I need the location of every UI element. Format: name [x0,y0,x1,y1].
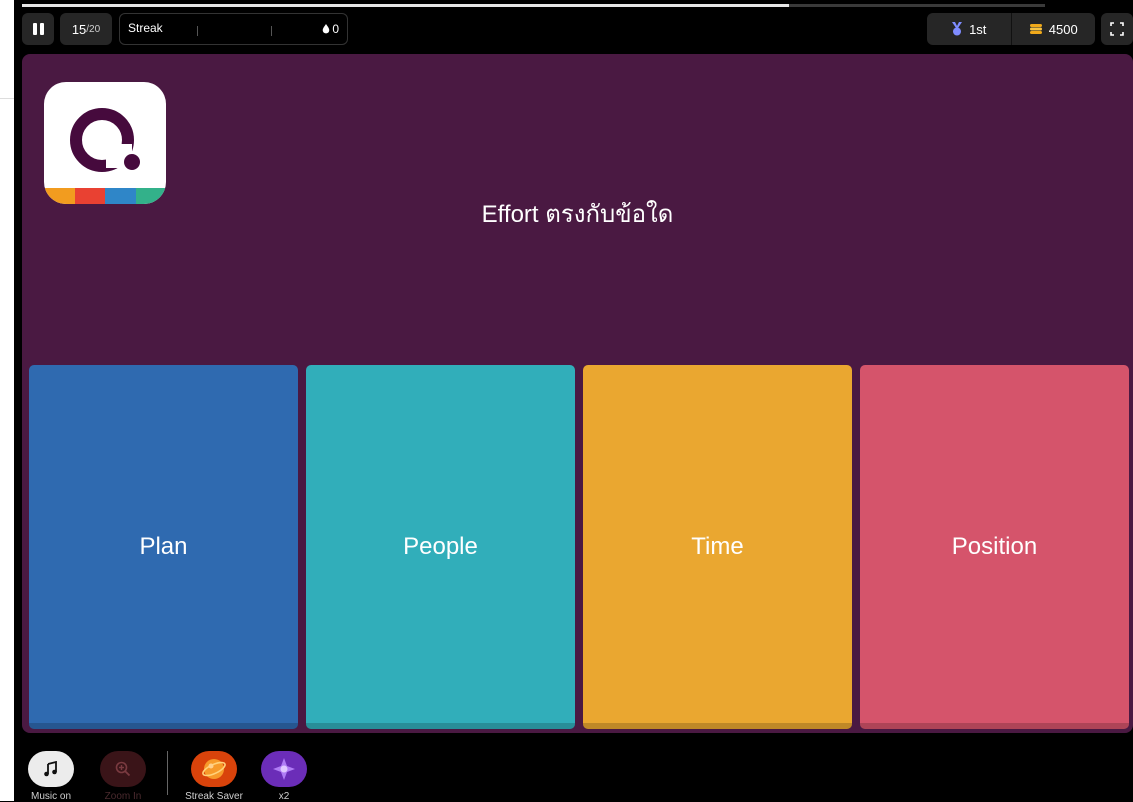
streak-count-value: 0 [332,22,339,36]
streak-saver-icon [202,759,226,779]
fullscreen-icon [1110,22,1124,36]
quiz-progress-fill [22,4,790,7]
music-note-icon [44,761,57,777]
power-up-bar: Music on Zoom In Streak Saver x2 [14,745,1133,802]
power-up-divider [167,751,168,795]
quiz-app: 15/20 Streak 0 1st 4500 Effort ตรงกับข้อ… [14,0,1133,802]
zoom-in-icon [115,761,131,777]
question-stage: Effort ตรงกับข้อใด Plan People Time Posi… [22,54,1133,733]
streak-label: Streak [128,21,163,35]
question-counter: 15/20 [60,13,112,45]
coins-label: 4500 [1048,21,1078,37]
music-toggle-button[interactable] [28,751,74,787]
answer-option-1[interactable]: Plan [29,365,298,729]
rank-badge[interactable]: 1st [927,13,1012,45]
streak-tick [197,26,198,36]
pause-icon [32,23,44,35]
medal-icon [952,22,963,36]
coins-badge: 4500 [1012,13,1096,45]
quiz-progress-bar [22,4,1045,7]
question-counter-current: 15 [71,21,87,37]
answer-option-2[interactable]: People [306,365,575,729]
coins-icon [1029,24,1042,34]
score-group: 1st 4500 [927,13,1095,45]
question-counter-total: /20 [86,23,101,35]
streak-tick [271,26,272,36]
music-toggle-label: Music on [30,791,71,802]
answer-option-label: People [403,533,478,560]
answer-option-label: Time [691,533,744,560]
answer-option-label: Plan [139,533,188,560]
answer-option-label: Position [951,533,1038,560]
fullscreen-button[interactable] [1101,13,1133,45]
streak-count: 0 [322,22,339,36]
answer-options: Plan People Time Position [29,365,1129,729]
x2-button[interactable] [261,751,307,787]
answer-option-4[interactable]: Position [860,365,1129,729]
quizizz-logo-mark [70,108,140,172]
answer-option-3[interactable]: Time [583,365,852,729]
x2-label: x2 [278,791,290,802]
outer-page-strip [0,0,14,801]
quizizz-logo [44,82,166,204]
streak-bar: Streak 0 [119,13,348,45]
question-text: Effort ตรงกับข้อใด [481,201,674,228]
zoom-in-label: Zoom In [104,791,142,802]
streak-saver-label: Streak Saver [185,791,243,802]
x2-icon [273,758,295,780]
streak-saver-button[interactable] [191,751,237,787]
rank-label: 1st [969,21,987,37]
pause-button[interactable] [22,13,54,45]
zoom-in-button[interactable] [100,751,146,787]
flame-icon [323,24,330,34]
top-bar: 15/20 Streak 0 1st 4500 [14,12,1133,46]
